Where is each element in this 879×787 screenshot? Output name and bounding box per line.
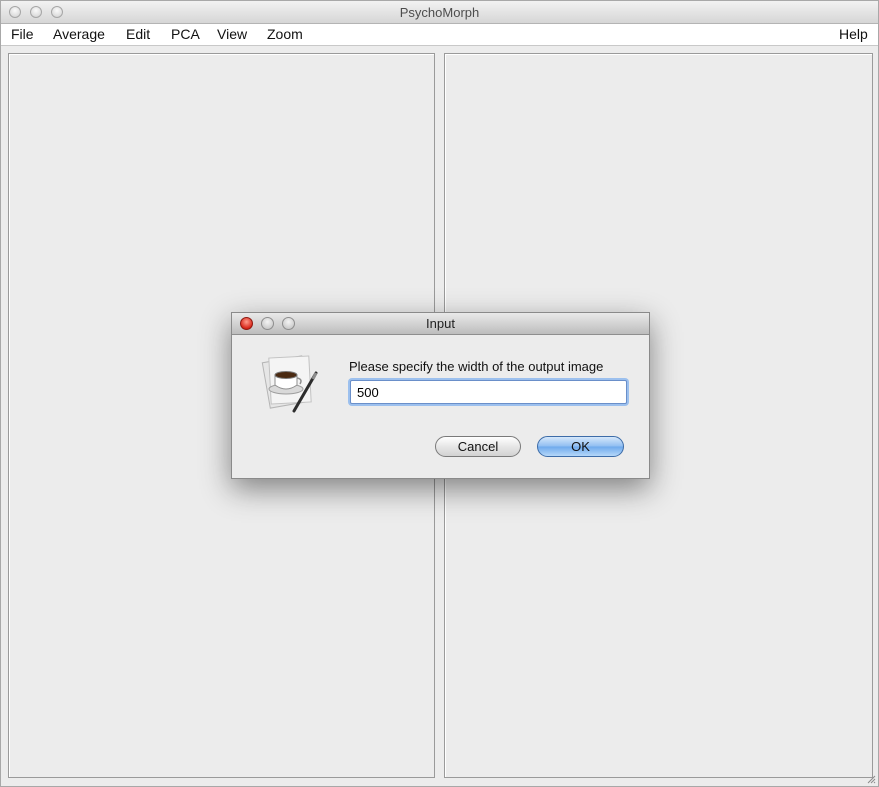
menu-file[interactable]: File: [11, 26, 34, 42]
java-coffee-cup-icon: [261, 355, 318, 413]
window-titlebar[interactable]: PsychoMorph: [1, 1, 878, 24]
menu-pca[interactable]: PCA: [171, 26, 200, 42]
resize-grip-icon[interactable]: [866, 774, 876, 784]
menu-view[interactable]: View: [217, 26, 247, 42]
window-title: PsychoMorph: [399, 5, 480, 20]
dialog-title: Input: [426, 316, 455, 331]
menubar: File Average Edit PCA View Zoom Help: [1, 24, 878, 46]
dialog-prompt: Please specify the width of the output i…: [349, 359, 604, 374]
width-input[interactable]: [350, 380, 627, 404]
menu-help[interactable]: Help: [839, 26, 868, 42]
main-window: PsychoMorph File Average Edit PCA View Z…: [0, 0, 879, 787]
menu-average[interactable]: Average: [53, 26, 105, 42]
menu-edit[interactable]: Edit: [126, 26, 150, 42]
dialog-titlebar[interactable]: Input: [232, 313, 649, 335]
cancel-button[interactable]: Cancel: [435, 436, 521, 457]
ok-button[interactable]: OK: [537, 436, 624, 457]
input-dialog: Input Please specify the width of the ou…: [231, 312, 650, 479]
menu-zoom[interactable]: Zoom: [267, 26, 303, 42]
